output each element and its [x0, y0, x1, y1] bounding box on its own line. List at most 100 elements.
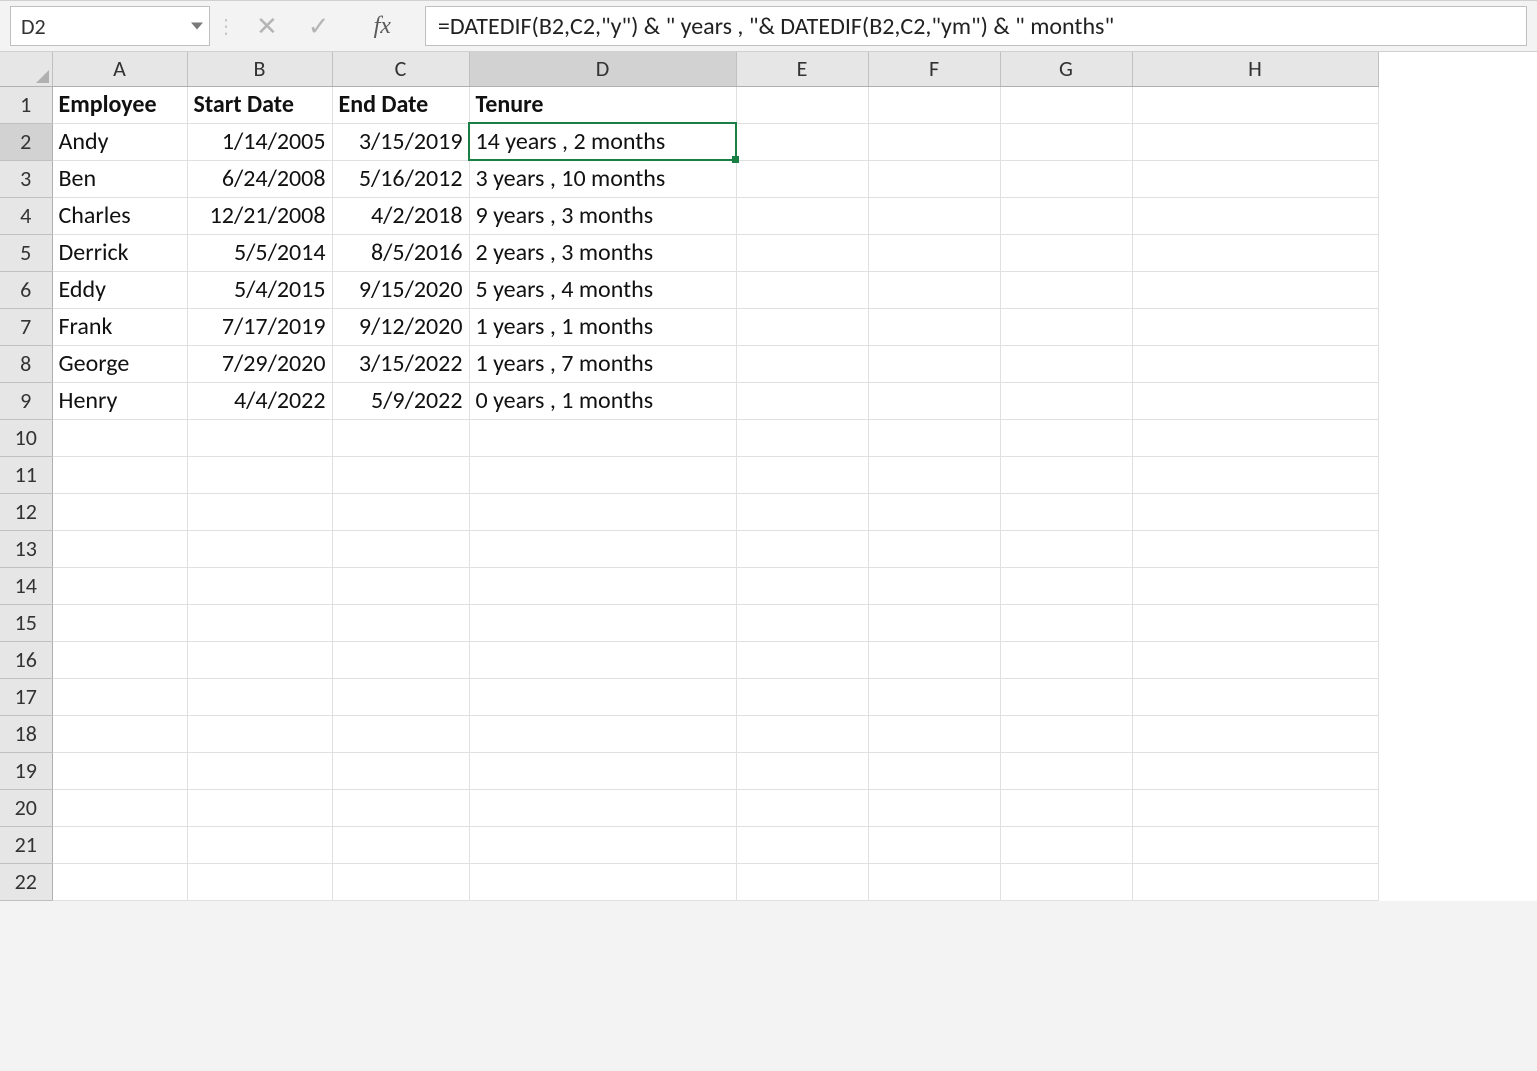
row-header-15[interactable]: 15 — [0, 604, 52, 641]
cell-A10[interactable] — [52, 419, 187, 456]
cell-B2[interactable]: 1/14/2005 — [187, 123, 332, 160]
cell-C4[interactable]: 4/2/2018 — [332, 197, 469, 234]
cell-E22[interactable] — [736, 863, 868, 900]
cell-H17[interactable] — [1132, 678, 1378, 715]
cell-H7[interactable] — [1132, 308, 1378, 345]
cancel-icon[interactable]: ✕ — [256, 10, 278, 42]
cell-D1[interactable]: Tenure — [469, 86, 736, 123]
cell-F6[interactable] — [868, 271, 1000, 308]
cell-B8[interactable]: 7/29/2020 — [187, 345, 332, 382]
cell-H2[interactable] — [1132, 123, 1378, 160]
column-header-D[interactable]: D — [469, 52, 736, 86]
cell-B7[interactable]: 7/17/2019 — [187, 308, 332, 345]
cell-G11[interactable] — [1000, 456, 1132, 493]
cell-C21[interactable] — [332, 826, 469, 863]
cell-C1[interactable]: End Date — [332, 86, 469, 123]
cell-H11[interactable] — [1132, 456, 1378, 493]
cell-B20[interactable] — [187, 789, 332, 826]
cell-B5[interactable]: 5/5/2014 — [187, 234, 332, 271]
cell-A12[interactable] — [52, 493, 187, 530]
cell-A9[interactable]: Henry — [52, 382, 187, 419]
formula-input[interactable]: =DATEDIF(B2,C2,"y") & " years , "& DATED… — [425, 6, 1527, 46]
column-header-F[interactable]: F — [868, 52, 1000, 86]
cell-H6[interactable] — [1132, 271, 1378, 308]
cell-C6[interactable]: 9/15/2020 — [332, 271, 469, 308]
cell-B16[interactable] — [187, 641, 332, 678]
cell-H1[interactable] — [1132, 86, 1378, 123]
cell-C16[interactable] — [332, 641, 469, 678]
cell-E15[interactable] — [736, 604, 868, 641]
cell-E13[interactable] — [736, 530, 868, 567]
cell-H5[interactable] — [1132, 234, 1378, 271]
cell-E6[interactable] — [736, 271, 868, 308]
column-header-E[interactable]: E — [736, 52, 868, 86]
cell-B11[interactable] — [187, 456, 332, 493]
cell-C3[interactable]: 5/16/2012 — [332, 160, 469, 197]
cell-H4[interactable] — [1132, 197, 1378, 234]
cell-B12[interactable] — [187, 493, 332, 530]
cell-G6[interactable] — [1000, 271, 1132, 308]
cell-E20[interactable] — [736, 789, 868, 826]
cell-A5[interactable]: Derrick — [52, 234, 187, 271]
cell-A20[interactable] — [52, 789, 187, 826]
cell-A6[interactable]: Eddy — [52, 271, 187, 308]
chevron-down-icon[interactable] — [191, 23, 203, 30]
cell-A1[interactable]: Employee — [52, 86, 187, 123]
cell-C8[interactable]: 3/15/2022 — [332, 345, 469, 382]
cell-A21[interactable] — [52, 826, 187, 863]
cell-G15[interactable] — [1000, 604, 1132, 641]
cell-G14[interactable] — [1000, 567, 1132, 604]
cell-E1[interactable] — [736, 86, 868, 123]
column-header-C[interactable]: C — [332, 52, 469, 86]
row-header-18[interactable]: 18 — [0, 715, 52, 752]
cell-F18[interactable] — [868, 715, 1000, 752]
cell-B14[interactable] — [187, 567, 332, 604]
cell-G13[interactable] — [1000, 530, 1132, 567]
cell-E17[interactable] — [736, 678, 868, 715]
cell-G1[interactable] — [1000, 86, 1132, 123]
cell-E12[interactable] — [736, 493, 868, 530]
cell-G19[interactable] — [1000, 752, 1132, 789]
cell-F5[interactable] — [868, 234, 1000, 271]
cell-B3[interactable]: 6/24/2008 — [187, 160, 332, 197]
cell-G10[interactable] — [1000, 419, 1132, 456]
cell-F13[interactable] — [868, 530, 1000, 567]
cell-D7[interactable]: 1 years , 1 months — [469, 308, 736, 345]
cell-H14[interactable] — [1132, 567, 1378, 604]
cell-F15[interactable] — [868, 604, 1000, 641]
cell-C5[interactable]: 8/5/2016 — [332, 234, 469, 271]
cell-C12[interactable] — [332, 493, 469, 530]
cell-E8[interactable] — [736, 345, 868, 382]
cell-H13[interactable] — [1132, 530, 1378, 567]
cell-B1[interactable]: Start Date — [187, 86, 332, 123]
cell-G17[interactable] — [1000, 678, 1132, 715]
cell-G8[interactable] — [1000, 345, 1132, 382]
cell-C10[interactable] — [332, 419, 469, 456]
cell-F8[interactable] — [868, 345, 1000, 382]
cell-A8[interactable]: George — [52, 345, 187, 382]
cell-E4[interactable] — [736, 197, 868, 234]
cell-B22[interactable] — [187, 863, 332, 900]
name-box[interactable]: D2 — [10, 6, 210, 46]
cell-F16[interactable] — [868, 641, 1000, 678]
cell-A4[interactable]: Charles — [52, 197, 187, 234]
cell-A15[interactable] — [52, 604, 187, 641]
cell-G20[interactable] — [1000, 789, 1132, 826]
cell-H12[interactable] — [1132, 493, 1378, 530]
row-header-6[interactable]: 6 — [0, 271, 52, 308]
cell-D12[interactable] — [469, 493, 736, 530]
spreadsheet-grid[interactable]: ABCDEFGH1EmployeeStart DateEnd DateTenur… — [0, 52, 1537, 901]
cell-F20[interactable] — [868, 789, 1000, 826]
cell-F2[interactable] — [868, 123, 1000, 160]
cell-G12[interactable] — [1000, 493, 1132, 530]
cell-A22[interactable] — [52, 863, 187, 900]
cell-F21[interactable] — [868, 826, 1000, 863]
cell-D6[interactable]: 5 years , 4 months — [469, 271, 736, 308]
column-header-H[interactable]: H — [1132, 52, 1378, 86]
cell-C11[interactable] — [332, 456, 469, 493]
cell-D19[interactable] — [469, 752, 736, 789]
cell-A18[interactable] — [52, 715, 187, 752]
cell-G16[interactable] — [1000, 641, 1132, 678]
cell-G2[interactable] — [1000, 123, 1132, 160]
cell-G4[interactable] — [1000, 197, 1132, 234]
